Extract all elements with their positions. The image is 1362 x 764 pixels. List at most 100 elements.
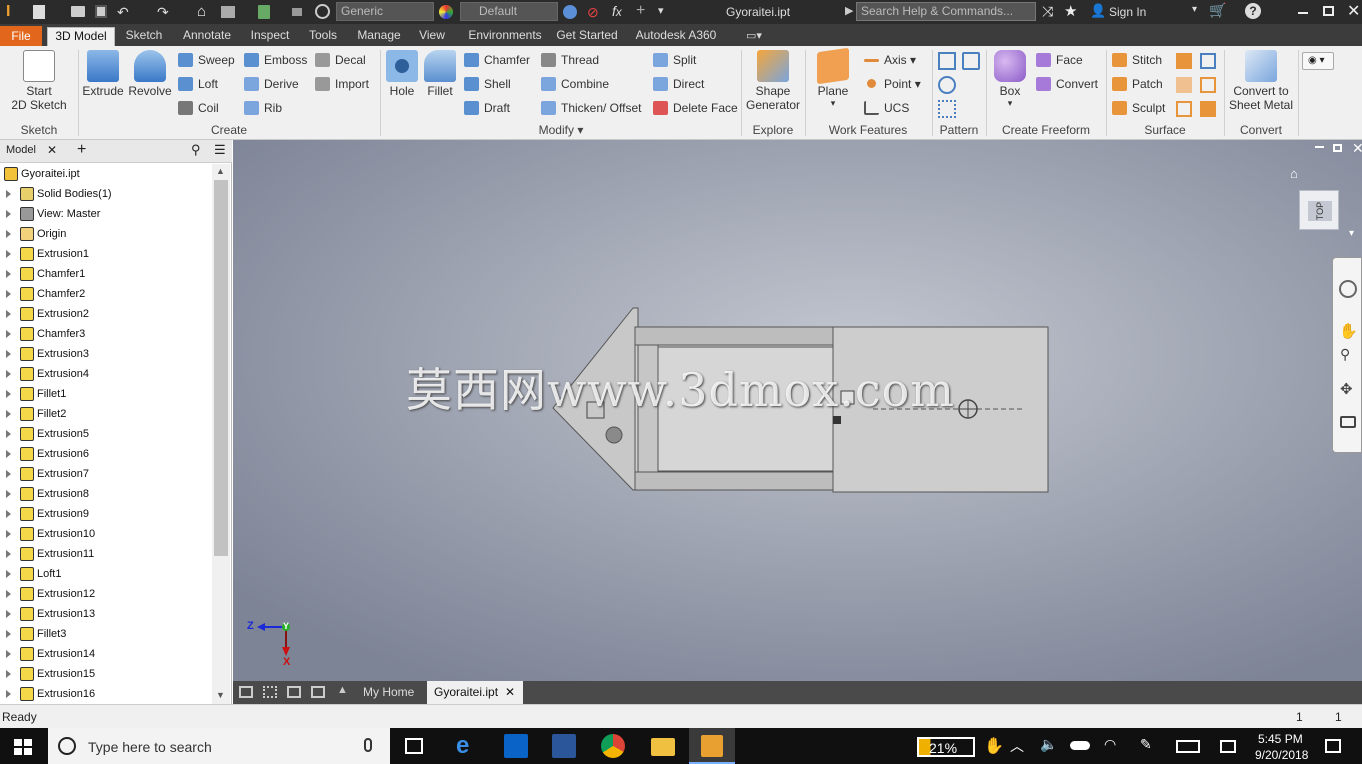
tree-item-extrusion7[interactable]: Extrusion7 — [0, 464, 212, 484]
tree-item-solid-bodies-1[interactable]: Solid Bodies(1) — [0, 184, 212, 204]
cascade-icon[interactable] — [239, 686, 253, 698]
tab-sketch[interactable]: Sketch — [120, 27, 168, 46]
tab-tools[interactable]: Tools — [302, 27, 344, 46]
direct-button[interactable]: Direct — [651, 74, 704, 94]
orbit-icon[interactable]: ✥ — [1340, 380, 1353, 398]
tree-item-extrusion13[interactable]: Extrusion13 — [0, 604, 212, 624]
search-field[interactable]: Search Help & Commands... — [856, 2, 1036, 21]
appearance-combo[interactable]: Default — [460, 2, 558, 21]
tree-item-extrusion14[interactable]: Extrusion14 — [0, 644, 212, 664]
viewport-close-icon[interactable]: ✕ — [1352, 140, 1362, 157]
freeform-box-button[interactable]: Box ▾ — [990, 50, 1030, 109]
tab-view[interactable]: View — [414, 27, 450, 46]
tree-item-chamfer1[interactable]: Chamfer1 — [0, 264, 212, 284]
browser-tab-model[interactable]: Model — [6, 144, 36, 156]
chrome-icon[interactable] — [601, 734, 625, 758]
panel-label-surface[interactable]: Surface — [1106, 123, 1224, 137]
arrange-vertical-icon[interactable] — [311, 686, 325, 698]
tree-item-extrusion1[interactable]: Extrusion1 — [0, 244, 212, 264]
mirror-icon[interactable] — [962, 52, 980, 70]
tree-item-extrusion2[interactable]: Extrusion2 — [0, 304, 212, 324]
chamfer-button[interactable]: Chamfer — [462, 50, 530, 70]
expand-arrow-icon[interactable] — [6, 290, 12, 298]
battery-indicator[interactable]: 21% — [917, 737, 975, 757]
browser-scrollbar[interactable]: ▲ ▼ — [212, 164, 230, 704]
panel-label-sketch[interactable]: Sketch — [0, 123, 78, 137]
tree-item-extrusion8[interactable]: Extrusion8 — [0, 484, 212, 504]
rib-button[interactable]: Rib — [242, 98, 282, 118]
panel-label-convert[interactable]: Convert — [1224, 123, 1298, 137]
expand-arrow-icon[interactable] — [6, 610, 12, 618]
expand-arrow-icon[interactable] — [6, 270, 12, 278]
expand-arrow-icon[interactable] — [6, 390, 12, 398]
coil-button[interactable]: Coil — [176, 98, 219, 118]
tree-item-fillet2[interactable]: Fillet2 — [0, 404, 212, 424]
taskbar-search-box[interactable]: Type here to search — [48, 728, 390, 764]
outlook-icon[interactable] — [504, 734, 528, 758]
sculpt-button[interactable]: Sculpt — [1110, 98, 1165, 118]
expand-arrow-icon[interactable] — [6, 210, 12, 218]
graphics-viewport[interactable]: 莫西网www.3dmox.com ✕ ⌂ TOP ▾ ✋ ⚲ ✥ Z Y X — [233, 140, 1362, 681]
save-icon[interactable] — [95, 5, 107, 18]
extend-icon[interactable] — [1200, 53, 1216, 69]
ruled-surface-icon[interactable] — [1176, 53, 1192, 69]
sketch-driven-pattern-icon[interactable] — [938, 100, 956, 118]
expand-arrow-icon[interactable] — [6, 490, 12, 498]
scroll-down-icon[interactable]: ▼ — [216, 690, 225, 700]
convert-to-sheet-metal-button[interactable]: Convert to Sheet Metal — [1226, 50, 1296, 112]
tree-item-view-master[interactable]: View: Master — [0, 204, 212, 224]
expand-arrow-icon[interactable] — [6, 650, 12, 658]
tree-item-extrusion15[interactable]: Extrusion15 — [0, 664, 212, 684]
sign-in-dropdown-icon[interactable]: ▾ — [1192, 4, 1197, 15]
minimize-icon[interactable] — [1298, 12, 1308, 14]
freeform-face-button[interactable]: Face — [1034, 50, 1083, 70]
tab-file[interactable]: File — [0, 26, 42, 46]
panel-label-pattern[interactable]: Pattern — [932, 123, 986, 137]
combine-button[interactable]: Combine — [539, 74, 609, 94]
windows-start-icon[interactable] — [14, 739, 32, 755]
menu-icon[interactable]: ☰ — [214, 142, 226, 158]
expand-arrow-icon[interactable] — [6, 230, 12, 238]
panel-label-create[interactable]: Create — [80, 123, 378, 137]
tab-document[interactable]: Gyoraitei.ipt ✕ — [427, 681, 523, 704]
adjust-icon[interactable]: ⊘ — [587, 4, 599, 21]
hole-button[interactable]: Hole — [384, 50, 420, 98]
shape-generator-button[interactable]: Shape Generator — [744, 50, 802, 112]
stitch-button[interactable]: Stitch — [1110, 50, 1162, 70]
web-icon[interactable] — [315, 4, 330, 19]
keyboard-icon[interactable] — [1176, 740, 1200, 753]
edge-icon[interactable]: e — [456, 734, 480, 758]
circular-pattern-icon[interactable] — [938, 76, 956, 94]
app-logo[interactable]: I — [6, 3, 20, 21]
expand-arrow-icon[interactable] — [6, 450, 12, 458]
loft-button[interactable]: Loft — [176, 74, 218, 94]
expand-arrow-icon[interactable] — [6, 250, 12, 258]
close-tab-icon[interactable]: ✕ — [505, 681, 515, 704]
file-explorer-icon[interactable] — [651, 738, 675, 756]
expand-search-icon[interactable]: ▶ — [845, 4, 853, 17]
tree-item-extrusion6[interactable]: Extrusion6 — [0, 444, 212, 464]
rectangular-pattern-icon[interactable] — [938, 52, 956, 70]
a360-icon[interactable]: ⤨ — [1042, 3, 1053, 20]
expand-arrow-icon[interactable] — [6, 510, 12, 518]
replace-face-icon[interactable] — [1200, 77, 1216, 93]
extrude-button[interactable]: Extrude — [82, 50, 124, 98]
measure-icon[interactable] — [292, 8, 302, 16]
panel-label-create-freeform[interactable]: Create Freeform — [986, 123, 1106, 137]
expand-arrow-icon[interactable] — [6, 570, 12, 578]
tree-item-extrusion11[interactable]: Extrusion11 — [0, 544, 212, 564]
clock-time[interactable]: 5:45 PM — [1258, 732, 1303, 746]
expand-arrow-icon[interactable] — [6, 530, 12, 538]
panel-label-modify[interactable]: Modify ▾ — [382, 123, 740, 137]
close-browser-icon[interactable]: ✕ — [47, 143, 57, 157]
ribbon-options-icon[interactable]: ▭▾ — [746, 29, 762, 42]
favorites-icon[interactable]: ★ — [1064, 2, 1077, 20]
tree-item-extrusion12[interactable]: Extrusion12 — [0, 584, 212, 604]
scrollbar-thumb[interactable] — [214, 180, 228, 556]
search-icon[interactable]: ⚲ — [191, 142, 201, 158]
sign-in-link[interactable]: Sign In — [1109, 3, 1146, 21]
home-icon[interactable]: ⌂ — [197, 3, 206, 20]
ribbon-customize-icon[interactable]: ◉ ▾ — [1302, 52, 1334, 70]
tree-item-gyoraitei-ipt[interactable]: Gyoraitei.ipt — [0, 164, 212, 184]
tile-icon[interactable] — [263, 686, 277, 698]
